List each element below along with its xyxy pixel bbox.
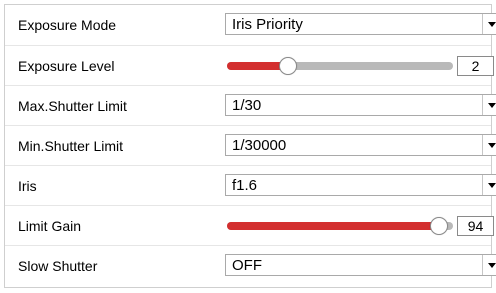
- min-shutter-limit-row: Min.Shutter Limit 1/30000: [5, 125, 496, 165]
- max-shutter-limit-row: Max.Shutter Limit 1/30: [5, 85, 496, 125]
- exposure-level-slider[interactable]: [227, 57, 453, 75]
- min-shutter-limit-select[interactable]: 1/30000: [225, 134, 496, 156]
- exposure-mode-value: Iris Priority: [232, 15, 303, 33]
- limit-gain-slider[interactable]: [227, 217, 453, 235]
- slow-shutter-select[interactable]: OFF: [225, 254, 496, 276]
- min-shutter-limit-label: Min.Shutter Limit: [18, 137, 124, 154]
- iris-value: f1.6: [232, 176, 258, 194]
- chevron-down-icon[interactable]: [482, 14, 496, 34]
- iris-row: Iris f1.6: [5, 165, 496, 205]
- slider-thumb[interactable]: [430, 217, 449, 235]
- exposure-level-input[interactable]: 2: [457, 56, 494, 76]
- chevron-down-icon[interactable]: [482, 175, 496, 195]
- exposure-level-label: Exposure Level: [18, 57, 115, 74]
- limit-gain-row: Limit Gain 94: [5, 205, 494, 245]
- max-shutter-limit-select[interactable]: 1/30: [225, 94, 496, 116]
- max-shutter-limit-label: Max.Shutter Limit: [18, 97, 127, 114]
- chevron-down-icon[interactable]: [482, 95, 496, 115]
- min-shutter-limit-value: 1/30000: [232, 136, 287, 154]
- exposure-mode-label: Exposure Mode: [18, 16, 117, 33]
- chevron-down-icon[interactable]: [482, 135, 496, 155]
- iris-label: Iris: [18, 177, 37, 194]
- slow-shutter-value: OFF: [232, 256, 262, 274]
- slow-shutter-row: Slow Shutter OFF: [5, 245, 496, 285]
- slider-thumb[interactable]: [279, 57, 298, 75]
- exposure-mode-row: Exposure Mode Iris Priority: [5, 5, 496, 44]
- exposure-level-row: Exposure Level 2: [5, 45, 494, 85]
- exposure-mode-select[interactable]: Iris Priority: [225, 13, 496, 35]
- chevron-down-icon[interactable]: [482, 255, 496, 275]
- slider-fill: [227, 222, 440, 230]
- exposure-settings-panel: Exposure Mode Iris Priority Exposure Lev…: [4, 4, 496, 288]
- limit-gain-label: Limit Gain: [18, 217, 82, 234]
- max-shutter-limit-value: 1/30: [232, 96, 262, 114]
- iris-select[interactable]: f1.6: [225, 174, 496, 196]
- slow-shutter-label: Slow Shutter: [18, 257, 98, 274]
- limit-gain-input[interactable]: 94: [457, 216, 494, 236]
